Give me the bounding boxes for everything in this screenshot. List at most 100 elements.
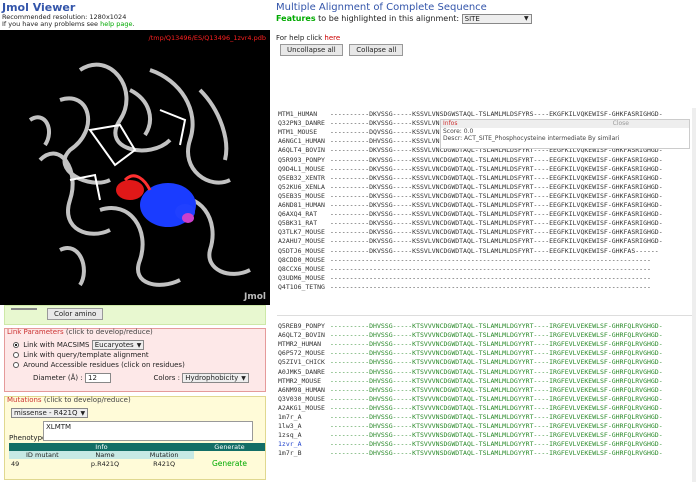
- generate-link[interactable]: Generate: [194, 459, 265, 468]
- sequence-residues: ----------DKVSSG-----KSSVLVNCDGWDTAQL-TS…: [330, 164, 663, 173]
- sequence-name[interactable]: Q3V030_MOUSE: [278, 395, 330, 403]
- problem-note: If you have any problems see help page.: [2, 20, 135, 28]
- collapse-all-button[interactable]: Collapse all: [349, 44, 404, 56]
- chevron-down-icon: ▼: [136, 342, 142, 349]
- sequence-name[interactable]: 1m7r_B: [278, 449, 330, 457]
- sequence-row: Q9D4L1_MOUSE ----------DKVSSG-----KSSVLVN…: [278, 165, 663, 174]
- name-header: Name: [75, 451, 135, 459]
- sequence-name[interactable]: 1zsq_A: [278, 431, 330, 439]
- features-label: to be highlighted in this alignment:: [318, 14, 460, 23]
- sequence-row: Q5REB9_PONPY ----------DHVSSG-----KTSVVVN…: [278, 322, 663, 331]
- sequence-residues: ----------------------------------------…: [330, 264, 651, 273]
- sequence-row: Q5EB32_XENTR ----------DKVSSG-----KSSVLVN…: [278, 174, 663, 183]
- alignment-title: Multiple Alignment of Complete Sequence: [276, 2, 487, 13]
- sequence-name[interactable]: MTMR2_MOUSE: [278, 377, 330, 385]
- color-input[interactable]: [11, 308, 37, 310]
- colors-select[interactable]: Hydrophobicity ▼: [182, 373, 249, 383]
- jmol-3d-viewer[interactable]: /tmp/Q13496/ES/Q13496_1zvr4.pdb Jmol: [0, 30, 270, 305]
- color-amino-button[interactable]: Color amino: [47, 308, 104, 320]
- sequence-row: Q5EB35_MOUSE ----------DKVSSG-----KSSVLVN…: [278, 192, 663, 201]
- sequence-alignment[interactable]: MTM1_HUMAN ----------DKVSSG-----KSSVLVNSD…: [274, 108, 695, 482]
- help-page-link[interactable]: help page: [100, 20, 132, 28]
- taxonomy-select[interactable]: Eucaryotes ▼: [91, 340, 145, 350]
- pdb-file-path: /tmp/Q13496/ES/Q13496_1zvr4.pdb: [148, 34, 266, 42]
- sequence-name[interactable]: MTM1_HUMAN: [278, 110, 330, 118]
- sequence-name[interactable]: Q4T1O6_TETNG: [278, 283, 330, 291]
- sequence-residues: ----------DHVSSG-----KTSVVVNCDGWDTAQL-TS…: [330, 349, 663, 358]
- sequence-residues: ----------DHVSSG-----KTSVVVNCDGWDTAQL-TS…: [330, 394, 663, 403]
- sequence-name[interactable]: Q6P572_MOUSE: [278, 349, 330, 357]
- sequence-name[interactable]: 1lw3_A: [278, 422, 330, 430]
- alignment-scrollbar[interactable]: [692, 108, 696, 482]
- sequence-name[interactable]: Q5EB32_XENTR: [278, 174, 330, 182]
- chevron-down-icon: ▼: [80, 410, 86, 417]
- sequence-row: 1m7r_A ----------DHVSSG-----KTSVVVNSDGWDT…: [278, 413, 663, 422]
- sequence-name[interactable]: MTMR2_HUMAN: [278, 340, 330, 348]
- generate-header: Generate: [193, 443, 265, 451]
- sequence-row: A2AHU7_MOUSE ----------DKVSSG-----KSSVLVN…: [278, 237, 663, 246]
- taxonomy-select-value: Eucaryotes: [94, 341, 134, 349]
- sequence-residues: ----------DKVSSG-----KSSVLVNCDGWDTAQL-TS…: [330, 246, 659, 255]
- sequence-name[interactable]: 1zvr_A: [278, 440, 330, 448]
- table-row: 49 p.R421Q R421Q Generate: [9, 459, 265, 468]
- sequence-row: Q4T1O6_TETNG ----------------------------…: [278, 283, 651, 292]
- sequence-name[interactable]: Q5EB35_MOUSE: [278, 192, 330, 200]
- sequence-residues: ----------DHVSSG-----KTSVVVNCDGWDTAQL-TS…: [330, 322, 663, 330]
- sequence-name[interactable]: A6NGC1_HUMAN: [278, 137, 330, 145]
- mutation-table: Info Generate ID mutant Name Mutation 49…: [9, 443, 265, 468]
- sequence-name[interactable]: Q8CCX6_MOUSE: [278, 265, 330, 273]
- jmol-header: Jmol Viewer Recommended resolution: 1280…: [0, 0, 272, 28]
- sequence-name[interactable]: Q3UDM6_MOUSE: [278, 274, 330, 282]
- link-query-row: Link with query/template alignment: [13, 351, 149, 359]
- jmol-panel: Jmol Viewer Recommended resolution: 1280…: [0, 0, 272, 482]
- link-parameters-header[interactable]: Link Parameters (click to develop/reduce…: [7, 328, 153, 336]
- sequence-residues: ----------DHVSSG-----KTSVVVNSDGWDTAQL-TS…: [330, 431, 663, 440]
- sequence-name[interactable]: Q5DTJ6_MOUSE: [278, 247, 330, 255]
- accessible-residues-radio[interactable]: [13, 362, 19, 368]
- sequence-name[interactable]: A6NM98_HUMAN: [278, 386, 330, 394]
- sequence-residues: ----------DHVSSG-----KTSVVVNSDGWDTAQL-TS…: [330, 440, 663, 449]
- sequence-residues: ----------DHVSSG-----KTSVVVNCDGWDTAQL-TS…: [330, 385, 663, 394]
- sequence-residues: ----------DKVSSG-----KSSVLVNCDGWDTAQL-TS…: [330, 182, 663, 191]
- info-close-button[interactable]: Close: [613, 120, 629, 127]
- sequence-name[interactable]: A6ND81_HUMAN: [278, 201, 330, 209]
- uncollapse-all-button[interactable]: Uncollapse all: [280, 44, 343, 56]
- sequence-name[interactable]: A6QLT4_BOVIN: [278, 146, 330, 154]
- diameter-input[interactable]: 12: [84, 373, 111, 383]
- sequence-row: 1m7r_B ----------DHVSSG-----KTSVVVNSDGWDT…: [278, 449, 663, 458]
- sequence-name[interactable]: A2AKG1_MOUSE: [278, 404, 330, 412]
- site-info-popup: Infos Close Score: 0.0 Descr: ACT_SITE_P…: [440, 119, 690, 149]
- phenotype-value: XLMTM: [46, 423, 72, 431]
- sequence-name[interactable]: Q52KU6_XENLA: [278, 183, 330, 191]
- sequence-name[interactable]: Q6AXQ4_RAT: [278, 210, 330, 218]
- sequence-residues: ----------DHVSSG-----KTSVVVNCDGWDTAQL-TS…: [330, 376, 663, 385]
- sequence-name[interactable]: MTM1_MOUSE: [278, 128, 330, 136]
- link-query-radio[interactable]: [13, 352, 19, 358]
- sequence-name[interactable]: Q5R993_PONPY: [278, 156, 330, 164]
- sequence-residues: ----------DHVSSG-----KTSVVVNSDGWDTAQL-TS…: [330, 449, 663, 458]
- sequence-name[interactable]: Q9D4L1_MOUSE: [278, 165, 330, 173]
- mutation-select[interactable]: missense - R421Q ▼: [11, 408, 89, 418]
- sequence-residues: ----------DKVSSG-----KSSVLVNCDGWDTAQL-TS…: [330, 228, 663, 237]
- mutations-header[interactable]: Mutations (click to develop/reduce): [7, 396, 131, 404]
- link-macsims-label: Link with MACSIMS: [23, 341, 90, 349]
- sequence-row: MTMR2_HUMAN ----------DHVSSG-----KTSVVVNC…: [278, 340, 663, 349]
- sequence-name[interactable]: A0JMK5_DANRE: [278, 368, 330, 376]
- sequence-name[interactable]: Q3TLK7_MOUSE: [278, 228, 330, 236]
- sequence-name[interactable]: Q8CDD0_MOUSE: [278, 256, 330, 264]
- sequence-name[interactable]: 1m7r_A: [278, 413, 330, 421]
- sequence-name[interactable]: A2AHU7_MOUSE: [278, 237, 330, 245]
- link-macsims-radio[interactable]: [13, 342, 19, 348]
- sequence-name[interactable]: A6QLT2_BOVIN: [278, 331, 330, 339]
- features-select[interactable]: SITE ▼: [461, 14, 532, 24]
- sequence-name[interactable]: Q5ZIV1_CHICK: [278, 358, 330, 366]
- sequence-name[interactable]: Q5BK31_RAT: [278, 219, 330, 227]
- alignment-help-link[interactable]: here: [324, 34, 340, 42]
- sequence-name[interactable]: Q5REB9_PONPY: [278, 322, 330, 330]
- phenotype-field[interactable]: XLMTM: [43, 421, 253, 441]
- colors-label: Colors :: [153, 374, 180, 382]
- mutation-select-value: missense - R421Q: [14, 409, 78, 417]
- features-word: Features: [276, 14, 316, 23]
- sequence-name[interactable]: Q32PN3_DANRE: [278, 119, 330, 127]
- info-description: Descr: ACT_SITE_Phosphocysteine intermed…: [443, 135, 620, 142]
